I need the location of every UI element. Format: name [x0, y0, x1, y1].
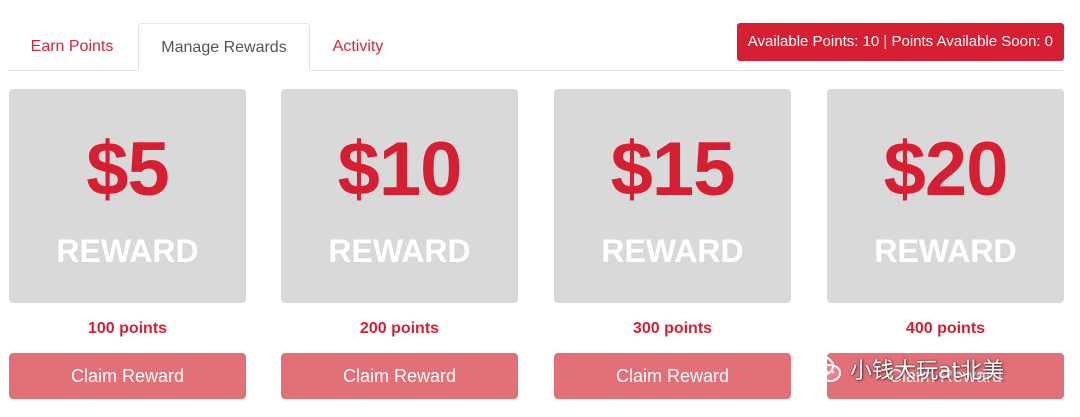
reward-amount: $20 — [883, 127, 1009, 212]
watermark: 小钱大玩at北美 — [808, 349, 1004, 389]
reward-card: $15 REWARD — [554, 89, 791, 303]
reward-points-cost: 100 points — [87, 320, 168, 337]
wechat-icon — [808, 355, 841, 382]
claim-reward-button[interactable]: Claim Reward — [554, 353, 791, 399]
reward-points-cost: 200 points — [359, 320, 440, 337]
reward-label: REWARD — [874, 233, 1017, 269]
reward-item: $5 REWARD 100 points Claim Reward — [9, 89, 246, 399]
tab-earn-points[interactable]: Earn Points — [8, 23, 136, 70]
reward-amount: $10 — [337, 127, 463, 212]
rewards-page: Earn Points Manage Rewards Activity Avai… — [0, 0, 1080, 417]
reward-card: $5 REWARD — [9, 89, 246, 303]
reward-amount: $15 — [610, 127, 736, 212]
reward-item: $15 REWARD 300 points Claim Reward — [554, 89, 791, 399]
tab-manage-rewards[interactable]: Manage Rewards — [138, 23, 310, 71]
reward-label: REWARD — [328, 233, 471, 269]
claim-reward-button[interactable]: Claim Reward — [9, 353, 246, 399]
claim-reward-button[interactable]: Claim Reward — [281, 353, 518, 399]
reward-points-cost: 300 points — [632, 320, 713, 337]
reward-card: $20 REWARD — [827, 89, 1064, 303]
reward-amount: $5 — [86, 127, 170, 212]
points-status-badge: Available Points: 10 | Points Available … — [736, 23, 1064, 61]
reward-label: REWARD — [601, 233, 744, 269]
tab-activity[interactable]: Activity — [312, 23, 404, 70]
reward-card: $10 REWARD — [281, 89, 518, 303]
reward-item: $10 REWARD 200 points Claim Reward — [281, 89, 518, 399]
watermark-text: 小钱大玩at北美 — [850, 359, 1005, 384]
reward-label: REWARD — [56, 233, 199, 269]
reward-points-cost: 400 points — [905, 320, 986, 337]
